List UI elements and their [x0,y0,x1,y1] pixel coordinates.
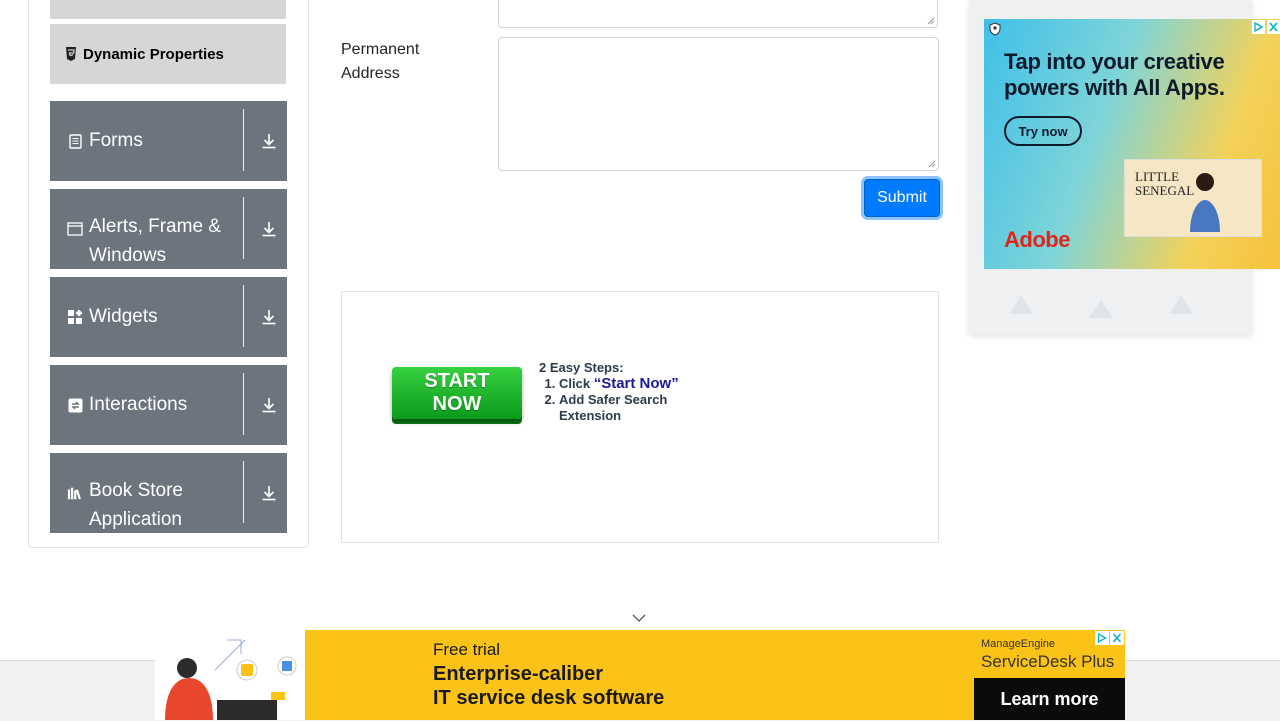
chevron-down-icon[interactable] [630,612,648,624]
ad-line-3: IT service desk software [433,687,665,709]
manageengine-logo: ManageEngine [981,638,1056,650]
learn-more-button[interactable]: Learn more [974,678,1125,720]
divider [243,461,244,523]
ad-steps: 2 Easy Steps: Click “Start Now” Add Safe… [539,360,689,424]
ad-line-1: Free trial [433,640,501,659]
divider [243,197,244,259]
step-1-prefix: Click [559,376,591,391]
divider [243,109,244,171]
pattern-shape [1169,296,1193,314]
servicedesk-plus-logo: ServiceDesk Plus [981,652,1115,671]
group-label: Book Store Application [89,480,183,530]
download-icon[interactable] [250,365,287,445]
window-icon [67,220,83,238]
start-now-line1: START [424,370,490,392]
adobe-ad[interactable]: Tap into your creative powers with All A… [984,19,1280,269]
book-icon [67,484,83,502]
group-forms[interactable]: Forms [50,101,287,181]
person-laptop-illustration [165,639,297,720]
group-book-store-application[interactable]: Book Store Application [50,453,287,533]
steps-title: 2 Easy Steps: [539,360,624,375]
close-icon[interactable] [1110,631,1124,645]
ad-line-2: Enterprise-caliber [433,663,604,685]
html5-icon [65,47,77,61]
step-2: Add Safer Search Extension [559,392,689,424]
submit-button[interactable]: Submit [864,179,940,217]
group-widgets[interactable]: Widgets [50,277,287,357]
resize-grip-icon[interactable] [927,17,935,25]
adchoices-icon[interactable] [1095,631,1109,645]
illustration [155,630,305,720]
form-icon [67,132,83,150]
pattern-shape [1009,296,1033,314]
step-1-highlight: “Start Now” [593,375,679,392]
steps-list: Click “Start Now” Add Safer Search Exten… [539,376,689,424]
permanent-address-textarea[interactable] [498,37,939,171]
download-icon[interactable] [250,101,287,181]
interactions-icon [67,396,83,414]
group-label: Widgets [89,306,158,327]
close-icon[interactable] [1267,20,1280,34]
group-label: Forms [89,130,143,151]
start-now-line2: NOW [432,393,482,415]
adobe-headline: Tap into your creative powers with All A… [1004,49,1225,100]
movie-poster: LITTLE SENEGAL [1124,159,1262,237]
group-interactions[interactable]: Interactions [50,365,287,445]
group-label: Interactions [89,394,188,415]
download-icon[interactable] [250,277,287,357]
group-label: Alerts, Frame & Windows [89,216,221,266]
sidebar-item-dynamic-properties[interactable]: Dynamic Properties [50,24,286,84]
ad-choices[interactable] [1095,631,1125,645]
try-now-button[interactable]: Try now [1004,116,1082,146]
sidebar-item-previous[interactable] [50,0,286,19]
start-now-button[interactable]: START NOW [392,367,522,419]
pattern-shape [1089,300,1113,318]
divider [243,285,244,347]
resize-grip-icon[interactable] [928,160,936,168]
divider [243,373,244,435]
ad-choices[interactable] [1252,20,1280,36]
ad-copy: Free trial Enterprise-caliber IT service… [433,638,664,710]
person-illustration [1190,173,1220,232]
sidebar-item-label: Dynamic Properties [83,45,224,63]
download-icon[interactable] [250,453,287,533]
manageengine-ad[interactable]: Free trial Enterprise-caliber IT service… [155,630,1125,720]
adchoices-icon[interactable] [1252,20,1265,34]
adobe-logo: Adobe [1004,227,1070,252]
download-icon[interactable] [250,189,287,269]
group-alerts-frame-windows[interactable]: Alerts, Frame & Windows [50,189,287,269]
step-1: Click “Start Now” [559,376,689,392]
widgets-icon [67,308,83,326]
shield-icon [989,22,1001,36]
permanent-address-label: Permanent Address [341,41,420,82]
current-address-textarea[interactable] [498,0,938,28]
